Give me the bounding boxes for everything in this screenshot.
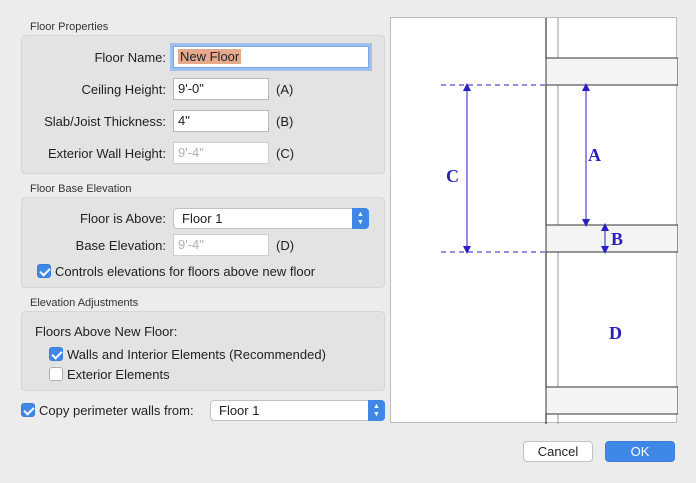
slab-thickness-label: Slab/Joist Thickness: (44, 114, 166, 129)
floor-name-field[interactable]: New Floor (173, 46, 369, 68)
controls-elevations-label: Controls elevations for floors above new… (55, 264, 316, 279)
floor-base-elevation-title: Floor Base Elevation (30, 183, 132, 195)
popup-arrows-icon: ▲ ▼ (352, 208, 369, 229)
lower-slab (545, 386, 679, 415)
slab-thickness-tag: (B) (276, 114, 294, 129)
walls-interior-checkbox[interactable] (49, 347, 63, 361)
elevation-adjustments-title: Elevation Adjustments (30, 297, 139, 309)
dimension-c-label: C (446, 166, 459, 186)
exterior-wall-height-label: Exterior Wall Height: (48, 146, 166, 161)
walls-interior-label: Walls and Interior Elements (Recommended… (67, 347, 326, 362)
floor-above-value: Floor 1 (182, 211, 223, 226)
slab-thickness-field[interactable]: 4" (173, 110, 269, 132)
exterior-elements-checkbox[interactable] (49, 367, 63, 381)
base-elevation-tag: (D) (276, 238, 295, 253)
exterior-wall-height-tag: (C) (276, 146, 295, 161)
controls-elevations-checkbox[interactable] (37, 264, 51, 278)
ceiling-height-field[interactable]: 9'-0" (173, 78, 269, 100)
dimension-b-label: B (611, 229, 623, 249)
floor-above-popup[interactable]: Floor 1 ▲ ▼ (173, 208, 369, 229)
base-elevation-label: Base Elevation: (75, 238, 166, 253)
upper-slab (545, 57, 679, 86)
elevation-diagram: C A B D (390, 17, 679, 424)
exterior-wall-height-field: 9'-4" (173, 142, 269, 164)
copy-perimeter-popup[interactable]: Floor 1 ▲ ▼ (210, 400, 385, 421)
copy-perimeter-checkbox[interactable] (21, 403, 35, 417)
copy-perimeter-value: Floor 1 (219, 403, 260, 418)
floor-name-value: New Floor (178, 49, 242, 64)
base-elevation-field: 9'-4" (173, 234, 269, 256)
cancel-button[interactable]: Cancel (523, 441, 593, 462)
dimension-a-label: A (588, 145, 601, 165)
copy-perimeter-label: Copy perimeter walls from: (39, 403, 194, 418)
elevation-diagram-svg: C A B D (441, 18, 679, 424)
floors-above-label: Floors Above New Floor: (35, 324, 178, 339)
exterior-elements-label: Exterior Elements (67, 367, 170, 382)
ok-button[interactable]: OK (605, 441, 675, 462)
floor-above-label: Floor is Above: (80, 211, 166, 226)
ceiling-height-tag: (A) (276, 82, 294, 97)
dimension-d-label: D (609, 323, 622, 343)
popup-arrows-icon: ▲ ▼ (368, 400, 385, 421)
floor-properties-title: Floor Properties (30, 21, 109, 33)
ceiling-height-label: Ceiling Height: (81, 82, 166, 97)
floor-name-label: Floor Name: (94, 50, 166, 65)
